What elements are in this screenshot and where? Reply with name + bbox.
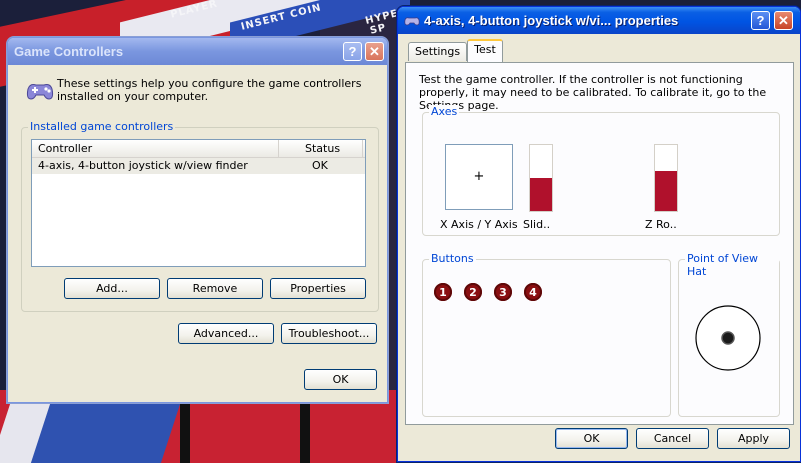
pov-hat-indicator [694, 304, 762, 375]
table-row[interactable]: 4-axis, 4-button joystick w/view finder … [32, 158, 365, 174]
group-label: Buttons [429, 252, 476, 265]
joystick-button-4: 4 [524, 283, 542, 301]
group-label: Axes [429, 105, 460, 118]
joystick-button-2: 2 [464, 283, 482, 301]
buttons-group: Buttons 1 2 3 4 [422, 252, 671, 417]
test-description: Test the game controller. If the control… [419, 73, 767, 112]
close-button[interactable]: ✕ [774, 11, 793, 30]
xy-axis-box: + [445, 144, 513, 210]
joystick-button-3: 3 [494, 283, 512, 301]
column-header-status[interactable]: Status [279, 140, 363, 157]
ok-button[interactable]: OK [555, 428, 628, 449]
test-tab-page: Test the game controller. If the control… [405, 62, 794, 425]
window-title: Game Controllers [14, 44, 124, 59]
pov-hat-group: Point of View Hat [678, 252, 780, 417]
group-label: Point of View Hat [685, 252, 779, 278]
z-rotation-fill [655, 171, 677, 211]
apply-button[interactable]: Apply [717, 428, 790, 449]
controller-name-cell: 4-axis, 4-button joystick w/view finder [38, 159, 248, 172]
column-header-controller[interactable]: Controller [32, 140, 279, 157]
xy-axis-label: X Axis / Y Axis [440, 218, 518, 231]
intro-text: These settings help you configure the ga… [57, 77, 362, 103]
game-controllers-window: Game Controllers ? ✕ These settings help… [7, 37, 388, 403]
group-label: Installed game controllers [28, 120, 176, 133]
gamepad-icon [25, 77, 55, 107]
wallpaper-shape [300, 398, 310, 463]
joystick-button-1: 1 [434, 283, 452, 301]
z-rotation-label: Z Ro.. [645, 218, 677, 231]
controllers-list[interactable]: Controller Status 4-axis, 4-button joyst… [31, 139, 366, 267]
wallpaper-shape [28, 400, 182, 463]
ok-button[interactable]: OK [304, 369, 377, 390]
controller-status-cell: OK [312, 159, 328, 172]
title-bar[interactable]: 4-axis, 4-button joystick w/vi... proper… [398, 7, 800, 34]
properties-button[interactable]: Properties [270, 278, 366, 299]
joystick-icon [404, 14, 420, 28]
slider-bar [529, 144, 553, 212]
help-button[interactable]: ? [751, 11, 770, 30]
wallpaper-shape [180, 398, 190, 463]
remove-button[interactable]: Remove [167, 278, 263, 299]
title-bar[interactable]: Game Controllers ? ✕ [8, 38, 387, 65]
window-title: 4-axis, 4-button joystick w/vi... proper… [424, 13, 679, 28]
troubleshoot-button[interactable]: Troubleshoot... [281, 323, 377, 344]
crosshair-icon: + [473, 169, 485, 184]
axes-group: Axes + X Axis / Y Axis Slid.. Z Ro.. [422, 105, 780, 236]
tab-test[interactable]: Test [467, 39, 503, 62]
z-rotation-bar [654, 144, 678, 212]
tab-strip: Settings Test [408, 39, 503, 62]
help-button[interactable]: ? [343, 42, 362, 61]
joystick-properties-window: 4-axis, 4-button joystick w/vi... proper… [397, 6, 801, 462]
slider-fill [530, 178, 552, 211]
close-button[interactable]: ✕ [365, 42, 384, 61]
advanced-button[interactable]: Advanced... [178, 323, 274, 344]
add-button[interactable]: Add... [64, 278, 160, 299]
list-header: Controller Status [32, 140, 365, 158]
cancel-button[interactable]: Cancel [636, 428, 709, 449]
slider-label: Slid.. [523, 218, 551, 231]
tab-settings[interactable]: Settings [408, 42, 468, 61]
